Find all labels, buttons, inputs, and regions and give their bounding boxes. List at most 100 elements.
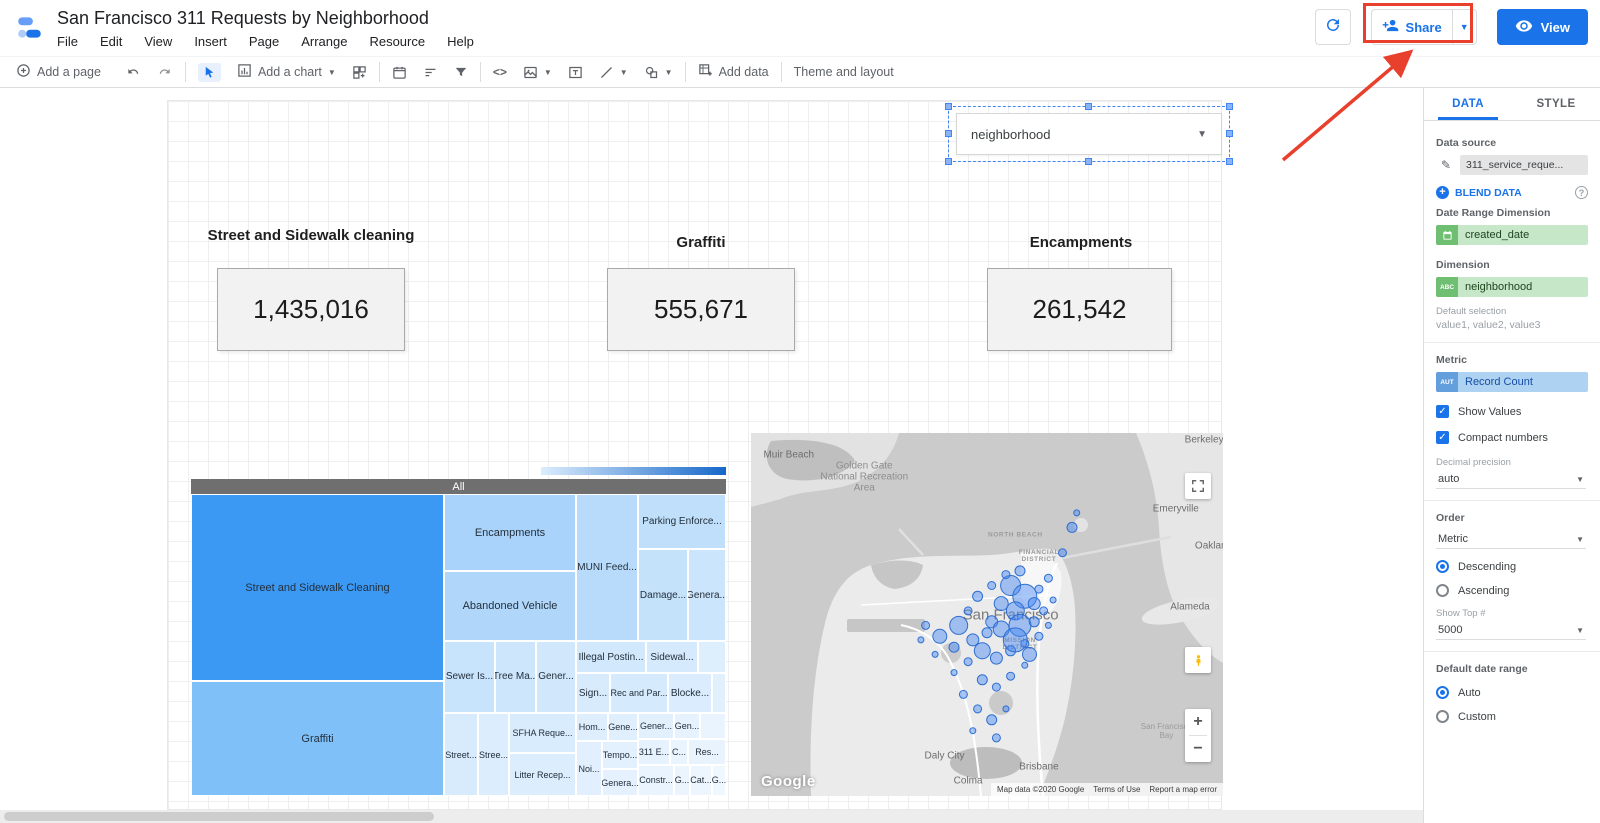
menu-help[interactable]: Help bbox=[447, 34, 474, 49]
treemap-cell[interactable]: Sign... bbox=[576, 673, 610, 713]
select-tool-button[interactable] bbox=[198, 63, 221, 82]
default-selection-value[interactable]: value1, value2, value3 bbox=[1436, 319, 1588, 331]
treemap-cell[interactable]: SFHA Reque... bbox=[509, 713, 576, 753]
edit-datasource-button[interactable]: ✎ bbox=[1436, 155, 1456, 175]
zoom-out-button[interactable]: − bbox=[1185, 736, 1211, 762]
date-range-control-button[interactable] bbox=[392, 65, 407, 80]
map-bubble[interactable] bbox=[1067, 522, 1077, 532]
treemap-cell[interactable]: Res... bbox=[688, 739, 726, 765]
map-bubble[interactable] bbox=[922, 621, 930, 629]
zoom-in-button[interactable]: + bbox=[1185, 709, 1211, 735]
map-bubble[interactable] bbox=[950, 616, 968, 634]
line-tool-button[interactable]: ▼ bbox=[599, 65, 628, 80]
treemap-cell[interactable]: Rec and Par... bbox=[610, 673, 668, 713]
map-bubble[interactable] bbox=[1040, 607, 1048, 615]
treemap-cell[interactable]: Sidewal... bbox=[646, 641, 698, 673]
selection-handle[interactable] bbox=[945, 103, 952, 110]
show-values-checkbox[interactable]: ✓ bbox=[1436, 405, 1449, 418]
treemap-cell[interactable]: Stree... bbox=[478, 713, 509, 796]
help-icon[interactable]: ? bbox=[1575, 186, 1588, 199]
undo-button[interactable] bbox=[125, 64, 141, 80]
treemap-cell[interactable]: G... bbox=[712, 765, 726, 796]
date-range-dimension-chip[interactable]: created_date bbox=[1436, 225, 1588, 245]
map-bubble[interactable] bbox=[951, 670, 957, 676]
map-bubble[interactable] bbox=[1035, 632, 1043, 640]
scorecard-value[interactable]: 555,671 bbox=[607, 268, 795, 351]
map-bubble[interactable] bbox=[1007, 672, 1015, 680]
selection-handle[interactable] bbox=[1226, 103, 1233, 110]
treemap-cell[interactable] bbox=[712, 673, 726, 713]
treemap-cell[interactable]: Blocke... bbox=[668, 673, 712, 713]
community-viz-button[interactable] bbox=[352, 65, 367, 80]
menu-view[interactable]: View bbox=[144, 34, 172, 49]
map-bubble[interactable] bbox=[1029, 617, 1039, 627]
map-bubble[interactable] bbox=[974, 705, 982, 713]
treemap-cell[interactable]: Abandoned Vehicle bbox=[444, 571, 576, 641]
embed-button[interactable]: <> bbox=[493, 65, 507, 79]
map-bubble[interactable] bbox=[949, 642, 959, 652]
treemap-cell[interactable]: Genera... bbox=[688, 549, 726, 641]
selection-handle[interactable] bbox=[945, 130, 952, 137]
treemap-cell[interactable]: Litter Recep... bbox=[509, 753, 576, 796]
map-bubble[interactable] bbox=[973, 591, 983, 601]
menu-edit[interactable]: Edit bbox=[100, 34, 122, 49]
refresh-button[interactable] bbox=[1315, 9, 1351, 45]
data-source-chip[interactable]: 311_service_reque... bbox=[1460, 155, 1588, 175]
treemap-cell[interactable]: Illegal Postin... bbox=[576, 641, 646, 673]
treemap-cell[interactable]: C... bbox=[670, 739, 688, 765]
map-bubble[interactable] bbox=[1003, 706, 1009, 712]
bubble-map-chart[interactable]: BerkeleyMuir BeachGolden Gate National R… bbox=[751, 433, 1223, 796]
add-data-button[interactable]: Add data bbox=[698, 63, 769, 81]
view-button[interactable]: View bbox=[1497, 9, 1588, 45]
auto-date-range-radio[interactable] bbox=[1436, 686, 1449, 699]
filter-control-button[interactable] bbox=[454, 65, 468, 79]
datastudio-logo-icon[interactable] bbox=[16, 14, 43, 46]
show-top-select[interactable]: 5000 ▼ bbox=[1436, 621, 1586, 640]
map-bubble[interactable] bbox=[967, 634, 979, 646]
selection-handle[interactable] bbox=[1226, 158, 1233, 165]
map-bubble[interactable] bbox=[982, 628, 992, 638]
treemap-cell[interactable]: Constr... bbox=[638, 765, 674, 796]
share-button[interactable]: Share ▼ bbox=[1371, 9, 1477, 45]
map-bubble[interactable] bbox=[1028, 598, 1040, 610]
treemap-cell[interactable]: Tempo... bbox=[602, 741, 638, 769]
scorecard-value[interactable]: 261,542 bbox=[987, 268, 1172, 351]
map-bubble[interactable] bbox=[970, 728, 976, 734]
map-bubble[interactable] bbox=[1023, 647, 1037, 661]
metric-chip[interactable]: AUT Record Count bbox=[1436, 372, 1588, 392]
treemap-cell[interactable]: Noi... bbox=[576, 741, 602, 796]
treemap-cell[interactable]: Damage... bbox=[638, 549, 688, 641]
menu-insert[interactable]: Insert bbox=[194, 34, 227, 49]
treemap-cell[interactable] bbox=[700, 713, 726, 739]
map-bubble[interactable] bbox=[1035, 585, 1043, 593]
map-bubble[interactable] bbox=[992, 734, 1000, 742]
blend-data-button[interactable]: + BLEND DATA ? bbox=[1436, 186, 1588, 199]
map-bubble[interactable] bbox=[932, 651, 938, 657]
map-bubble[interactable] bbox=[992, 683, 1000, 691]
compact-numbers-checkbox[interactable]: ✓ bbox=[1436, 431, 1449, 444]
map-bubble[interactable] bbox=[977, 675, 987, 685]
treemap-cell[interactable]: 311 E... bbox=[638, 739, 670, 765]
image-tool-button[interactable]: ▼ bbox=[523, 65, 552, 80]
share-dropdown-caret[interactable]: ▼ bbox=[1452, 10, 1476, 44]
selection-handle[interactable] bbox=[1226, 130, 1233, 137]
treemap-cell[interactable]: Gene... bbox=[608, 713, 638, 741]
descending-radio[interactable] bbox=[1436, 560, 1449, 573]
report-page[interactable]: neighborhood ▼ Street and Sidewalk clean… bbox=[167, 100, 1222, 810]
add-page-button[interactable]: Add a page bbox=[16, 63, 101, 81]
map-bubble[interactable] bbox=[959, 690, 967, 698]
pegman-button[interactable] bbox=[1185, 647, 1211, 673]
dimension-chip[interactable]: ABC neighborhood bbox=[1436, 277, 1588, 297]
decimal-precision-select[interactable]: auto ▼ bbox=[1436, 470, 1586, 489]
map-bubble[interactable] bbox=[974, 643, 990, 659]
map-bubble[interactable] bbox=[1059, 549, 1067, 557]
treemap-cell[interactable]: G... bbox=[674, 765, 690, 796]
treemap-cell[interactable]: Gener... bbox=[536, 641, 576, 713]
map-bubble[interactable] bbox=[1045, 622, 1051, 628]
map-bubble[interactable] bbox=[933, 629, 947, 643]
report-title[interactable]: San Francisco 311 Requests by Neighborho… bbox=[57, 8, 474, 29]
menu-resource[interactable]: Resource bbox=[369, 34, 425, 49]
treemap-cell[interactable]: Street and Sidewalk Cleaning bbox=[191, 494, 444, 681]
menu-arrange[interactable]: Arrange bbox=[301, 34, 347, 49]
treemap-cell[interactable]: Street... bbox=[444, 713, 478, 796]
